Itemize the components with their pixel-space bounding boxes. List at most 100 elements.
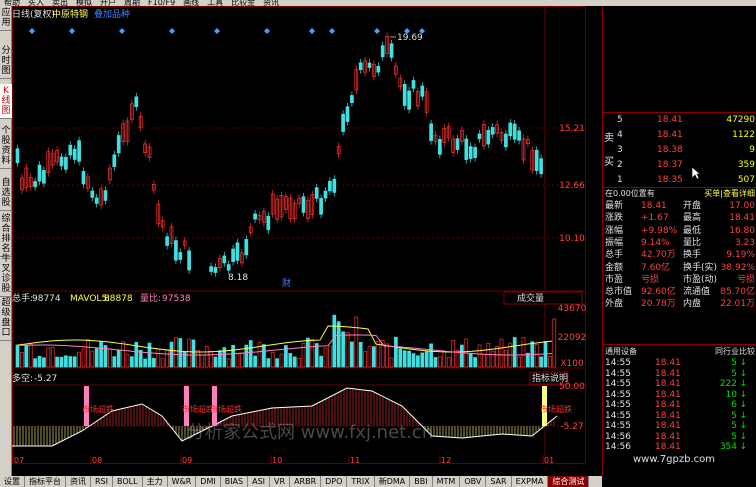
stat-value: 9.14% (641, 237, 670, 248)
orderbook-volume: 507 (737, 175, 755, 185)
indicator-tab[interactable]: 指标平台 (25, 476, 66, 487)
indicator-tab[interactable]: VR (270, 476, 291, 487)
volume-bar (240, 353, 244, 368)
sidebar-tab[interactable]: 牛叉诊股 (0, 252, 12, 297)
tab-industry[interactable]: 通用设备 (605, 345, 637, 359)
left-sidebar: 应用分时图 K线图个股资料自选股 综合排名 牛叉诊股 超级盘口 (0, 6, 12, 476)
volume-bar (275, 358, 279, 368)
volume-bar (442, 351, 447, 368)
trade-row: 14:55 18.41 5 ↓ (603, 369, 756, 380)
trade-price: 18.41 (655, 431, 681, 442)
trade-time: 14:55 (605, 410, 631, 421)
indicator-tab[interactable]: BBI (410, 476, 433, 487)
sidebar-tab[interactable]: 综合排名 (0, 212, 12, 257)
volume-bar (389, 357, 394, 368)
sidebar-tab[interactable]: 个股资料 (0, 124, 12, 169)
volume-bar (499, 338, 504, 368)
trade-row: 14:56 18.41 5 ↓ (603, 432, 756, 443)
indicator-tab[interactable]: EXPMA (512, 476, 549, 487)
volume-bar (332, 314, 337, 368)
indicator-tab[interactable]: SAR (486, 476, 512, 487)
orderbook-level: 1 (617, 175, 623, 185)
volume-bar (108, 348, 112, 368)
website-watermark: www.7gpzb.com (633, 454, 715, 465)
stat-value: 22.01万 (720, 299, 755, 310)
stat-row: 涨幅 +9.98% 最低 16.80 (603, 225, 756, 237)
volume-bar (28, 343, 33, 368)
indicator-tab[interactable]: 资讯 (66, 476, 91, 487)
indicator-tab[interactable]: ARBR (290, 476, 322, 487)
candle-body (411, 80, 416, 89)
stat-label: 最低 (683, 225, 702, 236)
overlay-tag[interactable]: 叠加品种 (94, 8, 130, 20)
indicator-tab[interactable]: 新DMA (375, 476, 411, 487)
stat-row: 涨跌 +1.67 最高 18.41 (603, 212, 756, 224)
indicator-tab[interactable]: OBV (460, 476, 487, 487)
stat-value: 18.41 (641, 201, 667, 211)
volume-bar (160, 358, 165, 368)
volume-header-text: 97538 (162, 294, 191, 304)
event-marker[interactable]: 财 (282, 277, 291, 289)
x-axis-label: 08 (92, 456, 102, 464)
candle-body (90, 190, 95, 198)
order-position-note: 在0.00位置有 (605, 189, 655, 198)
volume-axis-label: 43670 (558, 304, 587, 314)
orderbook-row: 5 18.41 47290 (603, 113, 756, 128)
indicator-tab[interactable]: ASI (248, 476, 271, 487)
orderbook-price: 18.41 (657, 130, 683, 140)
indicator-tab[interactable]: DMI (196, 476, 221, 487)
candle-body (468, 146, 473, 159)
stat-label: 最新 (605, 201, 624, 211)
volume-bar (490, 350, 495, 368)
indicator-tab[interactable]: 主力 (143, 476, 168, 487)
candle-body (341, 113, 345, 132)
indicator-tab[interactable]: DPO (321, 476, 348, 487)
view-detail-link[interactable]: 买单|查看详细 (704, 188, 755, 200)
indicator-tab[interactable]: RSI (91, 476, 113, 487)
volume-bar (130, 356, 134, 368)
stat-value: 42.70万 (641, 250, 676, 261)
sidebar-tab[interactable]: 超级盘口 (0, 296, 12, 341)
price-axis-label: 10.10 (559, 234, 585, 244)
stat-label: 开盘 (683, 201, 702, 211)
candle-body (358, 62, 363, 71)
indicator-tab[interactable]: BOLL (113, 476, 143, 487)
indicator-tab[interactable]: MTM (433, 476, 461, 487)
indicator-tab[interactable]: 设置 (0, 476, 25, 487)
x-axis-label: 07 (14, 456, 24, 464)
down-arrow-icon: ↓ (739, 431, 747, 442)
sidebar-tab[interactable]: 分时图 (0, 44, 12, 79)
tab-peer-compare[interactable]: 同行业比较 (715, 345, 755, 359)
volume-bar (358, 341, 363, 368)
volume-header-text: 98774 (32, 294, 61, 304)
volume-bar (196, 350, 200, 368)
volume-bar (37, 355, 42, 368)
volume-header-text: 量比: (140, 292, 161, 304)
candle-body (68, 144, 73, 156)
kline-chart[interactable]: 日线(复权) 中原特钢 叠加品种 15.21 12.66 10.10 19.69 8.1… (12, 6, 602, 465)
volume-bar (15, 344, 20, 368)
volume-bar (262, 344, 266, 368)
indicator-tab[interactable]: BIAS (221, 476, 249, 487)
volume-bar (372, 346, 376, 368)
indicator-tab[interactable]: 综合测试 (548, 476, 590, 487)
trade-volume: 6 (731, 400, 737, 410)
volume-bar (191, 339, 196, 368)
signal-diamond-icon (119, 28, 125, 34)
volume-bar (200, 354, 205, 368)
candle-body (402, 84, 407, 106)
sidebar-tab[interactable]: 自选股 (0, 176, 12, 211)
stat-value: 38.92% (720, 262, 755, 273)
indicator-tab[interactable]: W&R (168, 476, 197, 487)
sidebar-tab[interactable]: 应用 (0, 6, 12, 31)
trade-row: 14:55 18.41 5 ↓ (603, 358, 756, 369)
indicator-axis-label: 50.00 (559, 382, 585, 392)
signal-diamond-icon (29, 28, 35, 34)
sidebar-tab[interactable]: K线图 (0, 84, 12, 119)
stat-label: 涨跌 (605, 213, 624, 224)
indicator-tab[interactable]: TRIX (347, 476, 375, 487)
trade-row: 14:55 18.41 10 ↓ (603, 390, 756, 401)
chart-area[interactable]: 日线(复权) 中原特钢 叠加品种 15.21 12.66 10.10 19.69 8.1… (12, 6, 602, 465)
candle-body (112, 154, 117, 168)
volume-bar (235, 353, 240, 368)
